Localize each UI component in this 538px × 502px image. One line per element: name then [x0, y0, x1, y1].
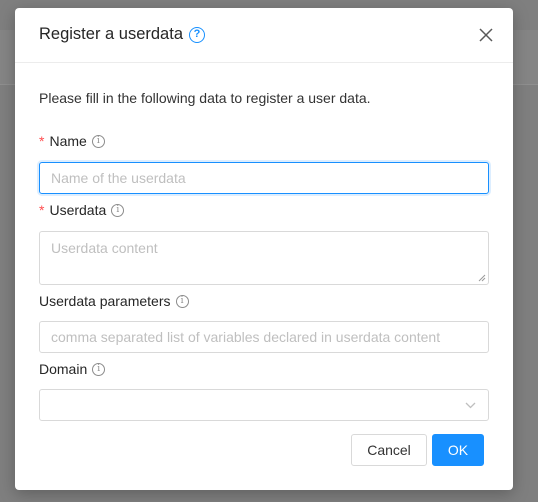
parameters-label-text: Userdata parameters: [39, 293, 171, 309]
required-mark: *: [39, 202, 45, 218]
info-circle-icon[interactable]: i: [175, 294, 189, 308]
resize-grip-icon[interactable]: [478, 274, 486, 282]
domain-label-text: Domain: [39, 361, 88, 377]
name-input[interactable]: Name of the userdata: [39, 162, 489, 194]
name-placeholder: Name of the userdata: [51, 170, 186, 186]
required-mark: *: [39, 133, 45, 149]
parameters-placeholder: comma separated list of variables declar…: [51, 329, 441, 345]
userdata-placeholder: Userdata content: [51, 240, 158, 256]
name-label: * Name i: [39, 133, 105, 149]
domain-select[interactable]: [39, 389, 489, 421]
dialog-title: Register a userdata ?: [39, 25, 205, 44]
userdata-label: * Userdata i: [39, 202, 125, 218]
register-userdata-dialog: Register a userdata ? Please fill in the…: [15, 8, 513, 490]
cancel-button[interactable]: Cancel: [351, 434, 427, 466]
ok-button[interactable]: OK: [432, 434, 484, 466]
info-circle-icon[interactable]: i: [92, 362, 106, 376]
name-label-text: Name: [49, 133, 87, 149]
dialog-title-text: Register a userdata: [39, 25, 183, 43]
userdata-textarea[interactable]: Userdata content: [39, 231, 489, 285]
dialog-header: Register a userdata ?: [15, 8, 513, 63]
chevron-down-icon: [465, 402, 476, 409]
question-circle-icon[interactable]: ?: [189, 26, 205, 43]
info-circle-icon[interactable]: i: [91, 134, 105, 148]
parameters-label: Userdata parameters i: [39, 293, 189, 309]
domain-label: Domain i: [39, 361, 106, 377]
userdata-label-text: Userdata: [49, 202, 107, 218]
close-icon: [479, 28, 493, 42]
close-button[interactable]: [475, 24, 497, 46]
info-circle-icon[interactable]: i: [111, 203, 125, 217]
intro-text: Please fill in the following data to reg…: [39, 90, 371, 106]
parameters-input[interactable]: comma separated list of variables declar…: [39, 321, 489, 353]
